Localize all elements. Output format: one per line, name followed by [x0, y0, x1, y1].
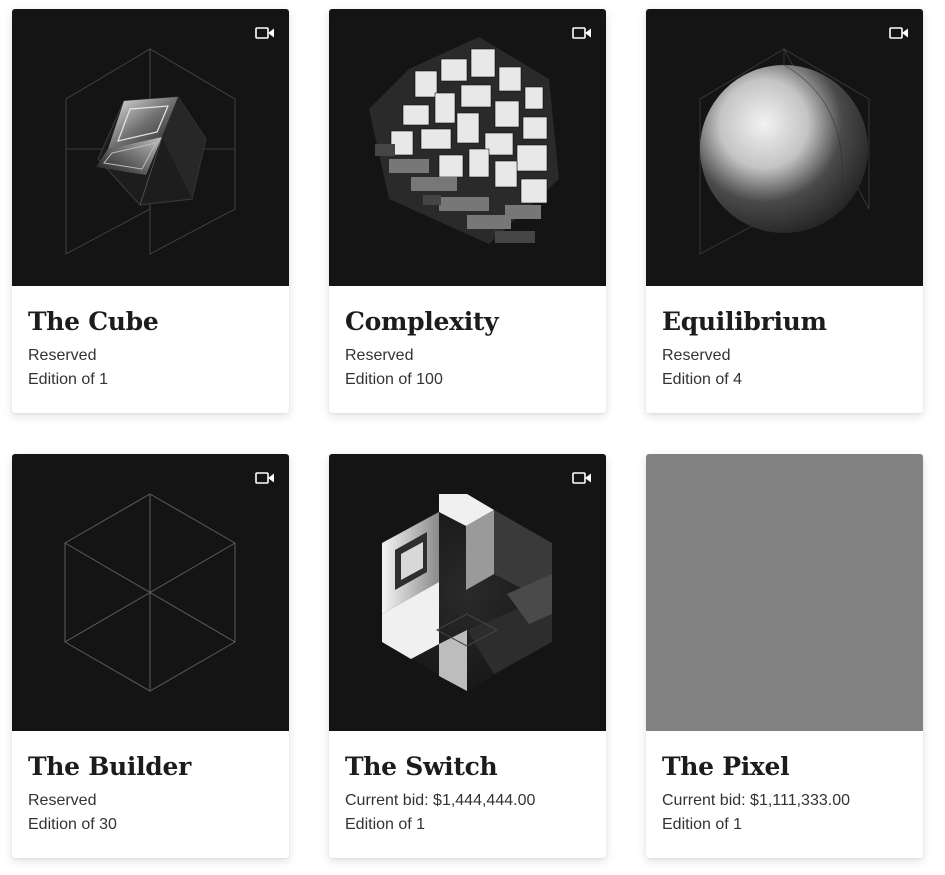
switch-artwork-graphic — [382, 494, 552, 691]
artwork-card-the-builder[interactable]: The Builder Reserved Edition of 30 — [12, 454, 289, 858]
artwork-status: Reserved — [28, 792, 97, 809]
video-camera-icon — [889, 27, 908, 39]
nft-gallery-grid: The Cube Reserved Edition of 1 Complexit… — [0, 0, 945, 875]
artwork-image-complexity[interactable] — [329, 9, 606, 286]
artwork-image-pixel[interactable] — [646, 454, 923, 731]
artwork-status: Reserved — [345, 347, 414, 364]
artwork-image-builder[interactable] — [12, 454, 289, 731]
card-info: The Switch Current bid: $1,444,444.00 Ed… — [329, 731, 606, 837]
artwork-card-complexity[interactable]: Complexity Reserved Edition of 100 — [329, 9, 606, 413]
video-camera-icon — [572, 472, 591, 484]
artwork-title[interactable]: Complexity — [345, 306, 590, 338]
artwork-status: Reserved — [662, 347, 731, 364]
card-info: Equilibrium Reserved Edition of 4 — [646, 286, 923, 392]
artwork-image-switch[interactable] — [329, 454, 606, 731]
artwork-edition: Edition of 1 — [28, 371, 109, 388]
artwork-title[interactable]: The Pixel — [662, 751, 907, 783]
artwork-edition: Edition of 4 — [662, 371, 743, 388]
cube-artwork-graphic — [65, 48, 236, 255]
artwork-card-the-switch[interactable]: The Switch Current bid: $1,444,444.00 Ed… — [329, 454, 606, 858]
artwork-edition: Edition of 100 — [345, 371, 443, 388]
artwork-image-cube[interactable] — [12, 9, 289, 286]
artwork-edition: Edition of 1 — [345, 816, 426, 833]
video-camera-icon — [572, 27, 591, 39]
artwork-status: Reserved — [28, 347, 97, 364]
card-info: The Cube Reserved Edition of 1 — [12, 286, 289, 392]
artwork-title[interactable]: The Builder — [28, 751, 273, 783]
video-camera-icon — [255, 27, 274, 39]
artwork-card-the-cube[interactable]: The Cube Reserved Edition of 1 — [12, 9, 289, 413]
equilibrium-artwork-graphic — [699, 47, 870, 255]
card-info: The Builder Reserved Edition of 30 — [12, 731, 289, 837]
artwork-status: Current bid: $1,444,444.00 — [345, 792, 536, 809]
artwork-image-equilibrium[interactable] — [646, 9, 923, 286]
artwork-title[interactable]: The Cube — [28, 306, 273, 338]
artwork-status: Current bid: $1,111,333.00 — [662, 792, 850, 809]
artwork-card-the-pixel[interactable]: The Pixel Current bid: $1,111,333.00 Edi… — [646, 454, 923, 858]
complexity-artwork-graphic — [369, 37, 559, 244]
card-info: Complexity Reserved Edition of 100 — [329, 286, 606, 392]
artwork-edition: Edition of 1 — [662, 816, 743, 833]
artwork-edition: Edition of 30 — [28, 816, 117, 833]
artwork-card-equilibrium[interactable]: Equilibrium Reserved Edition of 4 — [646, 9, 923, 413]
card-info: The Pixel Current bid: $1,111,333.00 Edi… — [646, 731, 923, 837]
artwork-title[interactable]: The Switch — [345, 751, 590, 783]
video-camera-icon — [255, 472, 274, 484]
builder-artwork-graphic — [64, 493, 236, 692]
artwork-title[interactable]: Equilibrium — [662, 306, 907, 338]
